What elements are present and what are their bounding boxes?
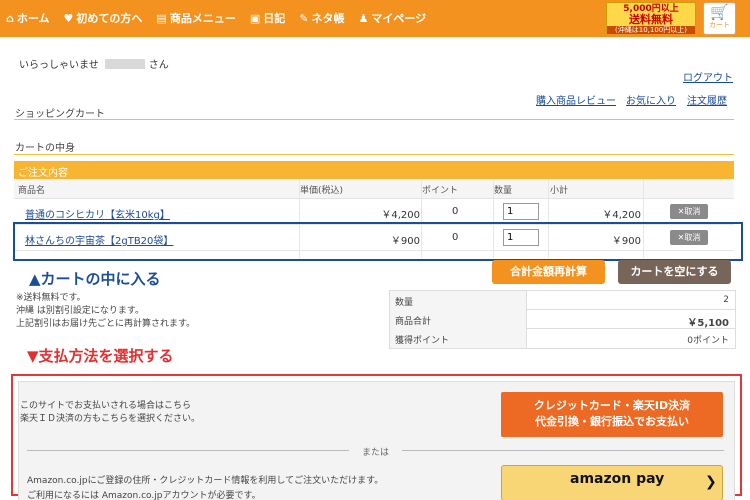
page-title: ショッピングカート	[15, 109, 105, 120]
nav-diary[interactable]: ▣ 日記	[250, 10, 285, 26]
amazon-text-line: ご利用になるには Amazon.co.jpアカウントが必要です。	[27, 491, 261, 500]
chevron-right-icon: ❯	[705, 474, 717, 490]
nav-home[interactable]: ⌂ ホーム	[6, 10, 50, 26]
nav-home-label: ホーム	[16, 12, 50, 25]
credit-payment-button[interactable]: クレジットカード・楽天ID決済 代金引換・銀行振込でお支払い	[501, 392, 723, 437]
col-points: ポイント	[422, 186, 459, 196]
nav-beginner[interactable]: ♥ 初めての方へ	[64, 10, 143, 26]
free-shipping-badge: 5,000円以上 送料無料 (沖縄は10,100円以上)	[606, 2, 696, 34]
nav-products-label: 商品メニュー	[169, 12, 236, 25]
summary-label: 商品合計	[390, 310, 527, 329]
payment-description: このサイトでお支払いされる場合はこちら 楽天ＩＤ決済の方もこちらを選択ください。	[20, 400, 200, 426]
remove-button[interactable]: ✕取消	[670, 204, 708, 219]
divider	[27, 450, 349, 451]
diary-icon: ▣	[249, 11, 261, 25]
or-separator: または	[362, 448, 390, 458]
welcome-prefix: いらっしゃいませ	[19, 60, 99, 71]
top-nav-bar: ⌂ ホーム ♥ 初めての方へ ▤ 商品メニュー ▣ 日記 ✎ ネタ帳 ♟ マイペ…	[0, 0, 750, 37]
summary-label: 数量	[390, 291, 527, 310]
badge-line2: 送料無料	[629, 13, 673, 26]
beginner-icon: ♥	[63, 11, 74, 25]
payment-text-line: 楽天ＩＤ決済の方もこちらを選択ください。	[20, 414, 201, 424]
cart-label: カート	[709, 21, 730, 29]
summary-label: 獲得ポイント	[390, 329, 527, 348]
cart-icon: 🛒	[710, 3, 729, 21]
order-history-link[interactable]: 注文履歴	[687, 92, 727, 107]
recalculate-button[interactable]: 合計金額再計算	[492, 260, 605, 284]
main-nav: ⌂ ホーム ♥ 初めての方へ ▤ 商品メニュー ▣ 日記 ✎ ネタ帳 ♟ マイペ…	[6, 10, 440, 26]
highlight-box	[13, 222, 743, 261]
credit-button-line1: クレジットカード・楽天ID決済	[533, 399, 691, 412]
item-subtotal: ￥4,200	[602, 210, 641, 221]
divider	[402, 450, 724, 451]
menu-icon: ▤	[156, 11, 167, 25]
summary-value: 2	[723, 295, 729, 305]
note-line: ※送料無料です。	[16, 293, 86, 303]
summary-value: 0ポイント	[687, 336, 729, 346]
item-points: 0	[452, 206, 459, 217]
amazon-pay-button[interactable]: amazon pay ❯	[501, 465, 723, 500]
note-line: 沖縄 は別割引設定になります。	[16, 306, 144, 316]
logout-link[interactable]: ログアウト	[683, 69, 733, 84]
annotation-select-payment: ▼支払方法を選択する	[27, 347, 174, 365]
amazon-description: Amazon.co.jpにご登録の住所・クレジットカード情報を利用してご注文いた…	[27, 474, 383, 500]
username-mask	[104, 59, 145, 69]
col-name: 商品名	[18, 186, 46, 196]
nav-neta[interactable]: ✎ ネタ帳	[299, 10, 344, 26]
nav-beginner-label: 初めての方へ	[76, 12, 143, 25]
order-contents-header: ご注文内容	[14, 161, 734, 179]
col-price: 単価(税込)	[300, 186, 344, 196]
nav-neta-label: ネタ帳	[311, 12, 345, 25]
summary-row: 数量 2	[390, 291, 735, 310]
favorites-link[interactable]: お気に入り	[626, 92, 676, 107]
table-header: 商品名 単価(税込) ポイント 数量 小計	[14, 180, 734, 199]
mypage-icon: ♟	[358, 11, 369, 25]
summary-value: ￥5,100	[687, 318, 729, 329]
nav-products[interactable]: ▤ 商品メニュー	[156, 10, 235, 26]
review-link[interactable]: 購入商品レビュー	[536, 92, 616, 107]
note-line: 上記割引はお届け先ごとに再計算されます。	[16, 319, 196, 329]
annotation-add-to-cart: ▲カートの中に入る	[29, 270, 161, 288]
nav-diary-label: 日記	[263, 12, 286, 25]
cart-button[interactable]: 🛒 カート	[703, 2, 736, 35]
shipping-notes: ※送料無料です。 沖縄 は別割引設定になります。 上記割引はお届け先ごとに再計算…	[16, 292, 195, 331]
summary-row: 商品合計 ￥5,100	[390, 310, 735, 329]
payment-text-line: このサイトでお支払いされる場合はこちら	[20, 401, 192, 411]
divider	[14, 154, 734, 155]
nav-mypage[interactable]: ♟ マイページ	[358, 10, 426, 26]
empty-cart-button[interactable]: カートを空にする	[618, 260, 731, 284]
order-summary: 数量 2 商品合計 ￥5,100 獲得ポイント 0ポイント	[389, 290, 736, 349]
summary-row: 獲得ポイント 0ポイント	[390, 329, 735, 348]
credit-button-line2: 代金引換・銀行振込でお支払い	[535, 415, 689, 428]
neta-icon: ✎	[299, 11, 309, 25]
home-icon: ⌂	[6, 11, 14, 25]
nav-mypage-label: マイページ	[371, 12, 427, 25]
amazon-pay-logo: amazon pay	[570, 471, 665, 487]
badge-line3: (沖縄は10,100円以上)	[607, 26, 695, 34]
cart-contents-title: カートの中身	[15, 143, 75, 154]
amazon-text-line: Amazon.co.jpにご登録の住所・クレジットカード情報を利用してご注文いた…	[27, 476, 384, 486]
item-name-link[interactable]: 普通のコシヒカリ【玄米10kg】	[25, 206, 170, 221]
welcome-message: いらっしゃいませ さん	[19, 56, 169, 71]
quantity-input[interactable]	[503, 203, 539, 220]
col-subtotal: 小計	[550, 186, 569, 196]
divider	[14, 119, 734, 120]
item-price: ￥4,200	[381, 210, 420, 221]
welcome-suffix: さん	[148, 60, 169, 71]
col-qty: 数量	[494, 186, 513, 196]
